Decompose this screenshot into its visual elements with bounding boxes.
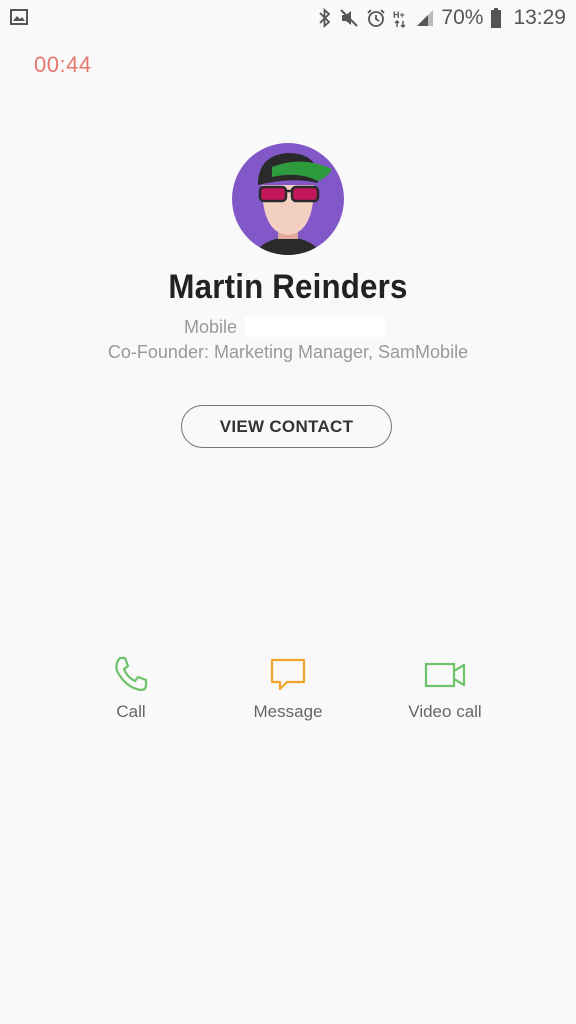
avatar bbox=[232, 143, 344, 255]
hplus-data-icon: H+ bbox=[393, 8, 409, 28]
call-timer: 00:44 bbox=[34, 52, 92, 77]
view-contact-button[interactable]: VIEW CONTACT bbox=[181, 405, 392, 448]
signal-icon bbox=[416, 9, 434, 27]
battery-percent: 70% bbox=[441, 6, 484, 29]
svg-text:H+: H+ bbox=[393, 10, 405, 20]
phone-icon bbox=[109, 652, 153, 696]
redacted-phone-number bbox=[245, 317, 386, 337]
image-notification-icon bbox=[10, 9, 28, 25]
bluetooth-icon bbox=[318, 8, 332, 28]
contact-name: Martin Reinders bbox=[168, 268, 408, 306]
status-bar: H+ 70% 13:29 bbox=[0, 0, 576, 36]
message-icon bbox=[266, 652, 310, 696]
status-time: 13:29 bbox=[513, 6, 566, 29]
mute-icon bbox=[339, 8, 359, 28]
contact-job-title: Co-Founder: Marketing Manager, SamMobile bbox=[107, 342, 469, 362]
video-call-button[interactable]: Video call bbox=[385, 652, 505, 722]
message-button[interactable]: Message bbox=[228, 652, 348, 722]
battery-icon bbox=[490, 8, 502, 28]
video-camera-icon bbox=[423, 652, 467, 696]
number-type-label: Mobile bbox=[184, 316, 238, 337]
call-button[interactable]: Call bbox=[71, 652, 191, 722]
alarm-icon bbox=[366, 8, 386, 28]
message-label: Message bbox=[253, 702, 323, 721]
video-call-label: Video call bbox=[408, 702, 482, 721]
in-call-screen: H+ 70% 13:29 00:44 Martin Reinders Mobil… bbox=[0, 0, 576, 1024]
call-label: Call bbox=[116, 702, 146, 721]
status-icons: H+ 70% 13:29 bbox=[318, 4, 566, 32]
contact-number-row: Mobile bbox=[184, 316, 386, 338]
call-actions: Call Message Video call bbox=[0, 652, 576, 732]
view-contact-label: VIEW CONTACT bbox=[219, 416, 354, 436]
